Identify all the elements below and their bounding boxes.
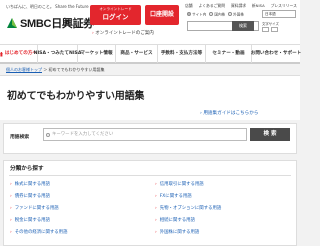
- open-account-button[interactable]: 口座開設: [145, 5, 179, 25]
- logo-tagline: いちばんに、明日のこと。 Share the Future: [6, 4, 89, 9]
- login-subtitle: オンライントレード: [99, 7, 132, 11]
- nav-fees[interactable]: 手数料・支払方法等: [158, 45, 206, 63]
- top-link-press[interactable]: プレスリリース: [271, 3, 297, 9]
- scope-domestic-stock[interactable]: 国内株: [209, 12, 225, 18]
- chevron-right-icon: ›: [10, 218, 12, 223]
- radio-icon: [228, 12, 233, 16]
- breadcrumb-home-link[interactable]: 個人のお客様トップ: [6, 67, 42, 72]
- global-nav: はじめての方へ NISA・つみたてNISA マーケット情報 商品・サービス 手数…: [0, 44, 302, 64]
- category-link-margin[interactable]: › 信用取引に関する用語: [155, 181, 204, 187]
- online-trade-guide-link[interactable]: › オンライントレードのご案内: [92, 30, 154, 36]
- category-link-label: 信用取引に関する用語: [159, 182, 204, 187]
- top-link-nisa[interactable]: 新NISA: [252, 3, 265, 9]
- category-link-derivatives[interactable]: › 先物・オプションに関する用語: [155, 205, 221, 211]
- category-link-foreign-stocks[interactable]: › 外国株に関する用語: [155, 229, 199, 235]
- scope-foreign-stock[interactable]: 外国株: [228, 12, 244, 18]
- chevron-right-icon: ›: [155, 182, 157, 187]
- font-size-medium-button[interactable]: [262, 27, 269, 32]
- chevron-right-icon: ›: [155, 218, 157, 223]
- online-trade-guide-label: オンライントレードのご案内: [95, 31, 154, 36]
- breadcrumb-current: 初めてでもわかりやすい用語集: [48, 67, 105, 72]
- scope-foreign-label: 外国株: [233, 12, 244, 17]
- chevron-right-icon: ›: [155, 194, 157, 199]
- font-size-large-button[interactable]: [271, 27, 278, 32]
- nav-nisa[interactable]: NISA・つみたてNISA: [34, 45, 81, 63]
- nav-market[interactable]: マーケット情報: [78, 45, 116, 63]
- chevron-right-icon: ›: [10, 182, 12, 187]
- nav-seminars[interactable]: セミナー・動画: [206, 45, 252, 63]
- nav-support[interactable]: お問い合わせ・サポート: [251, 45, 302, 63]
- breadcrumb: 個人のお客様トップ ＞ 初めてでもわかりやすい用語集: [0, 64, 300, 75]
- logo-text: SMBC日興証券: [20, 18, 94, 30]
- divider: [9, 175, 291, 176]
- category-link-funds[interactable]: › ファンドに関する用語: [10, 205, 59, 211]
- font-size-control: 文字サイズ: [262, 21, 296, 32]
- scope-site-label: サイト内: [192, 12, 207, 17]
- home-icon: [0, 51, 3, 57]
- scope-domestic-label: 国内株: [214, 12, 226, 17]
- category-link-label: 株式に関する用語: [14, 182, 50, 187]
- nav-beginners-label: はじめての方へ: [4, 51, 37, 57]
- glossary-guide-link[interactable]: › 用語集ガイドはこちらから: [200, 110, 258, 116]
- category-link-label: 相続に関する用語: [159, 218, 195, 223]
- category-link-label: その他の経済に関する用語: [14, 230, 68, 235]
- term-search-label: 用語検索: [10, 135, 30, 140]
- chevron-right-icon: ›: [10, 230, 12, 235]
- category-link-bonds[interactable]: › 債券に関する用語: [10, 193, 50, 199]
- category-link-label: FXに関する用語: [159, 194, 192, 199]
- category-link-stocks[interactable]: › 株式に関する用語: [10, 181, 50, 187]
- category-link-label: 債券に関する用語: [14, 194, 50, 199]
- glossary-guide-label: 用語集ガイドはこちらから: [203, 111, 259, 116]
- logo-mark-icon: [6, 17, 18, 29]
- top-link-store[interactable]: 店舗: [185, 3, 193, 9]
- nav-beginners[interactable]: はじめての方へ: [0, 45, 38, 63]
- chevron-right-icon: ›: [155, 230, 157, 235]
- term-search-placeholder: キーワードを入力してください: [52, 132, 114, 137]
- category-link-inheritance[interactable]: › 相続に関する用語: [155, 217, 195, 223]
- language-select[interactable]: 日本語: [262, 10, 296, 18]
- radio-icon: [209, 12, 214, 16]
- category-link-label: 外国株に関する用語: [159, 230, 200, 235]
- term-search-input[interactable]: キーワードを入力してください: [43, 128, 247, 141]
- top-link-faq[interactable]: よくあるご質問: [198, 3, 225, 9]
- site-search-button[interactable]: 検索: [232, 21, 254, 31]
- utility-links: 店舗 よくあるご質問 資料請求 新NISA プレスリリース: [185, 3, 297, 9]
- category-link-label: 先物・オプションに関する用語: [159, 206, 222, 211]
- radio-selected-icon: [187, 12, 191, 16]
- nav-products[interactable]: 商品・サービス: [116, 45, 158, 63]
- chevron-right-icon: ›: [10, 206, 12, 211]
- category-link-fx[interactable]: › FXに関する用語: [155, 193, 192, 199]
- category-link-tax[interactable]: › 税金に関する用語: [10, 217, 50, 223]
- category-heading: 分類から探す: [10, 166, 44, 172]
- site-logo[interactable]: SMBC日興証券: [6, 15, 94, 31]
- category-link-label: ファンドに関する用語: [14, 206, 59, 211]
- top-link-brochure[interactable]: 資料請求: [231, 3, 246, 9]
- online-trade-login-button[interactable]: オンライントレード ログイン: [90, 5, 141, 25]
- search-scope-options: サイト内 国内株 外国株: [187, 12, 244, 18]
- category-link-label: 税金に関する用語: [14, 218, 50, 223]
- chevron-right-icon: ›: [10, 194, 12, 199]
- term-search-button[interactable]: 検 索: [250, 128, 290, 141]
- category-link-economy[interactable]: › その他の経済に関する用語: [10, 229, 67, 235]
- scope-site[interactable]: サイト内: [187, 12, 206, 18]
- font-size-label: 文字サイズ: [262, 22, 279, 26]
- login-label: ログイン: [102, 13, 129, 21]
- chevron-right-icon: ›: [155, 206, 157, 211]
- search-icon: [46, 132, 50, 137]
- page-title: 初めてでもわかりやすい用語集: [7, 91, 145, 102]
